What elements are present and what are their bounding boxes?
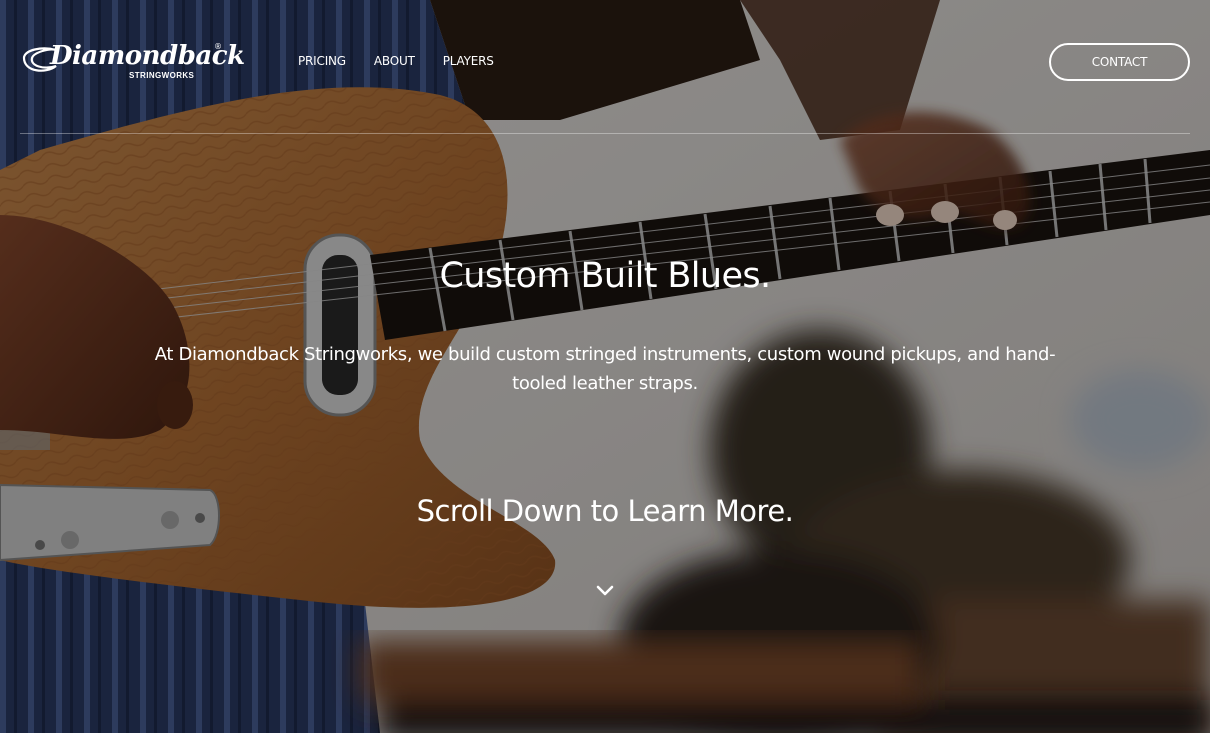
nav-link-pricing[interactable]: PRICING xyxy=(298,54,346,68)
nav-link-players[interactable]: PLAYERS xyxy=(443,54,494,68)
brand-logo[interactable]: Diamondback ® STRINGWORKS xyxy=(20,40,245,84)
hero-headline: Custom Built Blues. xyxy=(439,256,771,296)
scroll-prompt: Scroll Down to Learn More. xyxy=(416,494,794,528)
nav-divider xyxy=(20,133,1190,134)
chevron-down-icon[interactable] xyxy=(595,582,615,598)
top-navigation: Diamondback ® STRINGWORKS PRICING ABOUT … xyxy=(20,40,1190,84)
logo-subtitle: STRINGWORKS xyxy=(129,71,195,80)
hero-intro: At Diamondback Stringworks, we build cus… xyxy=(154,344,1056,394)
logo-registered-mark: ® xyxy=(214,42,222,51)
hero-section: Diamondback ® STRINGWORKS PRICING ABOUT … xyxy=(0,0,1210,733)
contact-button[interactable]: CONTACT xyxy=(1049,43,1190,81)
nav-links: PRICING ABOUT PLAYERS xyxy=(298,54,494,68)
nav-link-about[interactable]: ABOUT xyxy=(374,54,415,68)
